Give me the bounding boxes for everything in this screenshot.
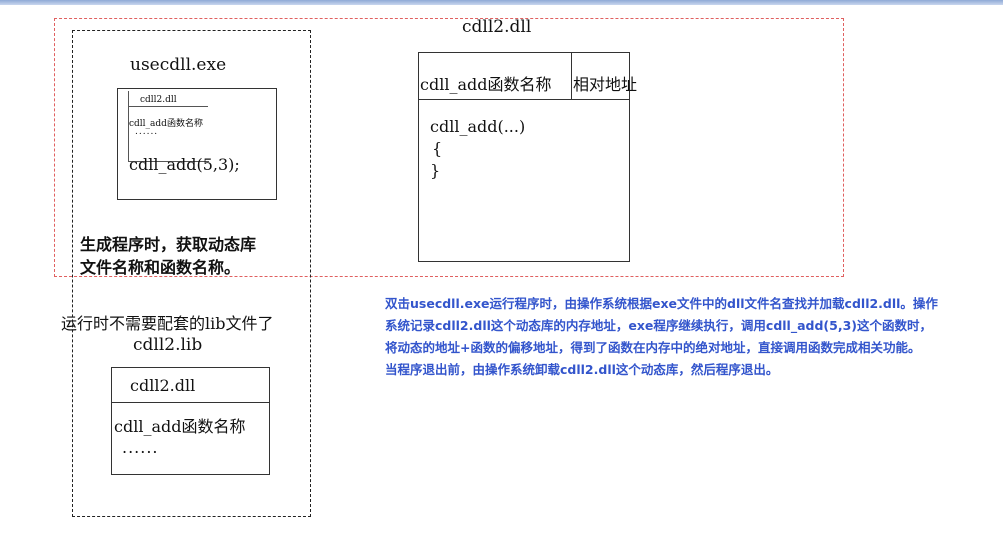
- dll-box: cdll_add函数名称 相对地址 cdll_add(...) { }: [418, 52, 637, 262]
- explanation-line-1: 双击usecdll.exe运行程序时，由操作系统根据exe文件中的dll文件名查…: [385, 296, 938, 311]
- exe-build-note: 生成程序时，获取动态库 文件名称和函数名称。: [80, 233, 256, 279]
- runtime-note: 运行时不需要配套的lib文件了: [61, 314, 274, 333]
- exe-build-note-line-2: 文件名称和函数名称。: [80, 258, 241, 277]
- exe-import-dll-name: cdll2.dll: [140, 95, 177, 105]
- lib-box-title: cdll2.lib: [133, 335, 203, 355]
- dll-export-table: cdll_add函数名称 相对地址: [419, 53, 637, 100]
- dll-box-title: cdll2.dll: [462, 17, 532, 37]
- exe-import-divider: [128, 106, 208, 107]
- explanation-line-4: 当程序退出前，由操作系统卸载cdll2.dll这个动态库，然后程序退出。: [385, 362, 779, 377]
- export-table-divider: [571, 53, 572, 99]
- dll-code-line-1: cdll_add(...): [430, 117, 526, 136]
- explanation-line-3: 将动态的地址+函数的偏移地址，得到了函数在内存中的绝对地址，直接调用函数完成相关…: [385, 340, 921, 355]
- exe-box-title: usecdll.exe: [130, 55, 227, 75]
- runtime-explanation: 双击usecdll.exe运行程序时，由操作系统根据exe文件中的dll文件名查…: [385, 293, 995, 381]
- lib-dots: ......: [122, 438, 159, 457]
- lib-divider: [112, 402, 269, 403]
- exe-build-note-line-1: 生成程序时，获取动态库: [80, 235, 257, 254]
- dll-code-line-3: }: [430, 161, 441, 180]
- top-window-bar: [0, 0, 1003, 5]
- dll-code-line-2: {: [432, 139, 443, 158]
- exe-import-box: cdll2.dll cdll_add函数名称 ...... cdll_add(5…: [117, 88, 277, 200]
- export-relative-address: 相对地址: [573, 75, 638, 94]
- lib-function-name: cdll_add函数名称: [114, 417, 246, 436]
- lib-dll-name: cdll2.dll: [130, 376, 196, 395]
- lib-box: cdll2.dll cdll_add函数名称 ......: [111, 367, 270, 475]
- exe-import-dots: ......: [135, 127, 159, 137]
- explanation-line-2: 系统记录cdll2.dll这个动态库的内存地址，exe程序继续执行，调用cdll…: [385, 318, 932, 333]
- export-function-name: cdll_add函数名称: [420, 75, 552, 94]
- exe-call-statement: cdll_add(5,3);: [129, 155, 240, 174]
